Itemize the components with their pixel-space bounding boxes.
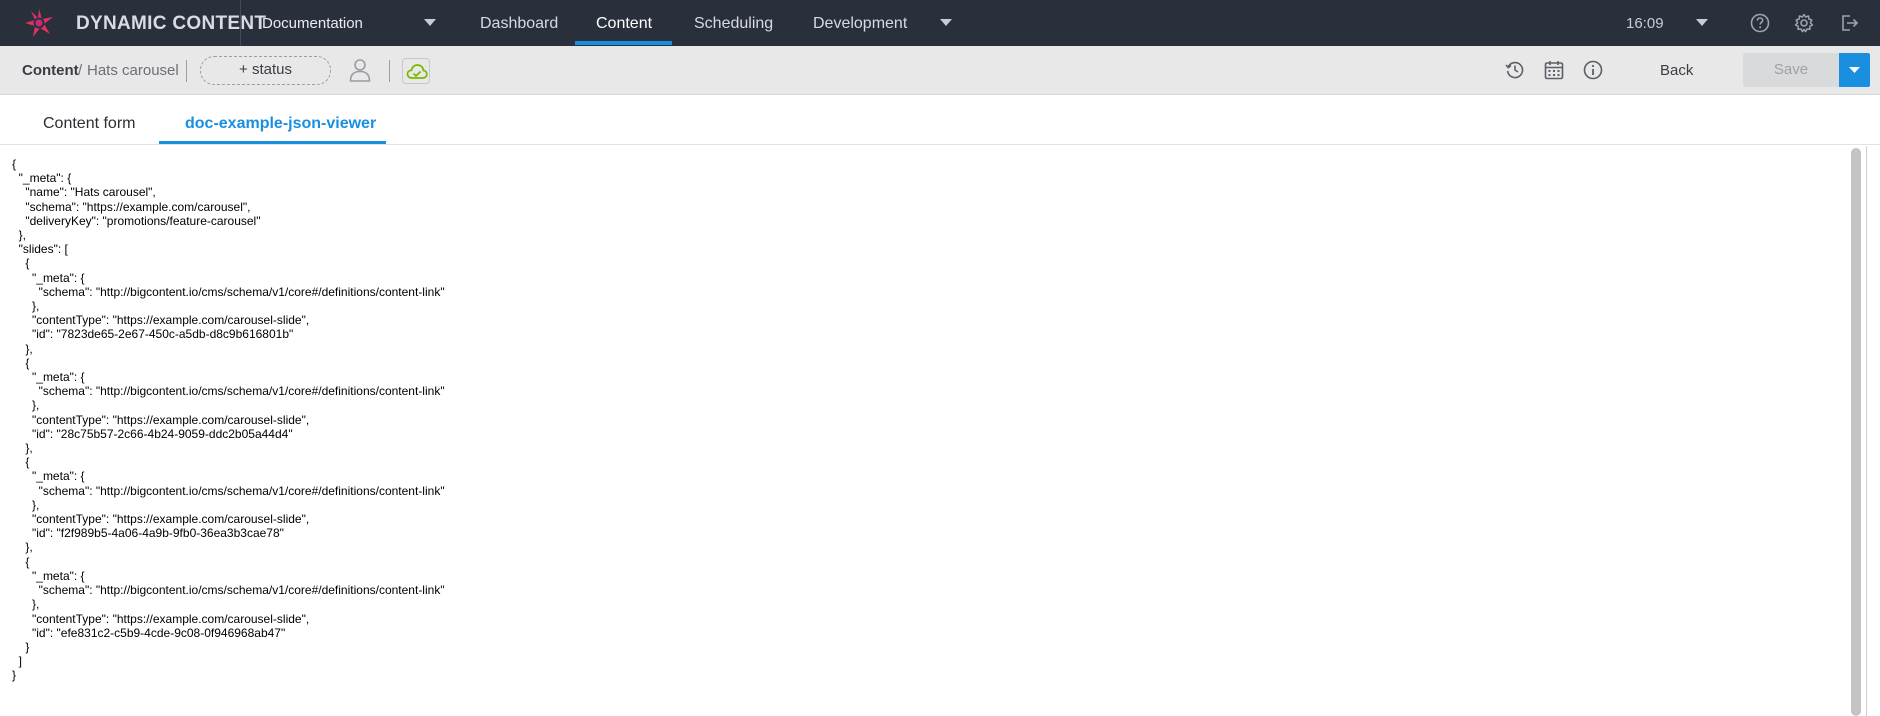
- add-status-button[interactable]: + status: [200, 56, 331, 85]
- nav-scheduling[interactable]: Scheduling: [694, 15, 773, 33]
- breadcrumb-root[interactable]: Content: [22, 62, 79, 79]
- clock-time: 16:09: [1626, 15, 1664, 32]
- top-navigation-bar: DYNAMIC CONTENT Documentation Dashboard …: [0, 0, 1880, 46]
- breadcrumb-separator: /: [78, 62, 83, 79]
- json-viewer-panel: { "_meta": { "name": "Hats carousel", "s…: [0, 146, 1846, 716]
- nav-content[interactable]: Content: [596, 15, 652, 33]
- toolbar-divider: [389, 60, 390, 82]
- breadcrumb-current: Hats carousel: [87, 62, 179, 79]
- caret-down-icon[interactable]: [424, 19, 436, 27]
- scrollbar-edge: [1866, 146, 1867, 716]
- help-icon[interactable]: [1749, 12, 1771, 34]
- active-nav-indicator: [575, 41, 672, 45]
- scrollbar-thumb[interactable]: [1851, 148, 1861, 716]
- toolbar-divider: [186, 60, 187, 82]
- tab-json-viewer[interactable]: doc-example-json-viewer: [185, 115, 376, 133]
- nav-development[interactable]: Development: [813, 15, 907, 33]
- cloud-sync-button[interactable]: [402, 58, 430, 84]
- json-output: { "_meta": { "name": "Hats carousel", "s…: [12, 157, 445, 683]
- tab-content-form[interactable]: Content form: [43, 115, 135, 133]
- caret-down-icon[interactable]: [940, 19, 952, 27]
- editor-tabs: Content form doc-example-json-viewer: [0, 95, 1880, 145]
- logout-icon[interactable]: [1838, 12, 1860, 34]
- nav-divider: [240, 0, 241, 46]
- back-button[interactable]: Back: [1660, 62, 1693, 79]
- caret-down-icon: [1849, 67, 1860, 73]
- save-button[interactable]: Save: [1743, 53, 1839, 87]
- cloud-sync-icon: [406, 64, 428, 79]
- hub-selector[interactable]: Documentation: [262, 15, 363, 32]
- active-tab-indicator: [159, 141, 386, 144]
- dynamic-content-logo-icon: [25, 9, 53, 37]
- save-options-button[interactable]: [1839, 53, 1870, 87]
- calendar-icon[interactable]: [1543, 59, 1565, 81]
- content-toolbar: Content / Hats carousel + status Back Sa…: [0, 46, 1880, 95]
- history-icon[interactable]: [1504, 59, 1526, 81]
- info-icon[interactable]: [1582, 59, 1604, 81]
- brand-name: DYNAMIC CONTENT: [76, 13, 267, 34]
- caret-down-icon[interactable]: [1696, 19, 1708, 27]
- user-icon[interactable]: [348, 57, 372, 83]
- nav-dashboard[interactable]: Dashboard: [480, 15, 558, 33]
- gear-icon[interactable]: [1793, 12, 1815, 34]
